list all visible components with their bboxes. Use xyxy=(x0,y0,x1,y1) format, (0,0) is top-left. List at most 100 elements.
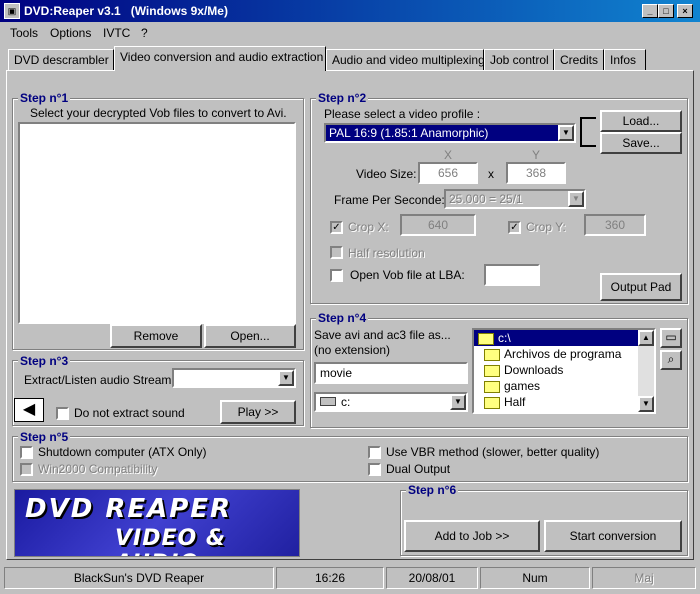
half-res-label: Half resolution xyxy=(348,246,425,260)
win2000-label: Win2000 Compatibility xyxy=(38,462,158,476)
filename-field[interactable]: movie xyxy=(314,362,468,384)
profile-label: Please select a video profile : xyxy=(324,107,481,121)
crop-y-checkbox[interactable]: ✓ xyxy=(508,221,521,234)
save-button[interactable]: Save... xyxy=(600,132,682,154)
open-vob-label: Open Vob file at LBA: xyxy=(350,268,465,282)
chevron-down-icon[interactable]: ▼ xyxy=(278,370,294,386)
vbr-checkbox[interactable] xyxy=(368,446,381,459)
folder-icon xyxy=(484,380,500,393)
chevron-down-icon[interactable]: ▼ xyxy=(450,394,466,410)
x-header: X xyxy=(444,148,453,162)
dual-output-checkbox[interactable] xyxy=(368,463,381,476)
output-pad-button[interactable]: Output Pad xyxy=(600,273,682,301)
step3-label: Step n°3 xyxy=(18,354,71,368)
fps-value: 25.000 = 25/1 xyxy=(449,192,523,206)
crop-y-field[interactable]: 360 xyxy=(584,214,646,236)
list-item[interactable]: games xyxy=(474,378,654,394)
status-maj: Maj xyxy=(592,567,696,589)
height-field[interactable]: 368 xyxy=(506,162,566,184)
bracket-decoration xyxy=(580,117,596,147)
step5-label: Step n°5 xyxy=(18,430,71,444)
speaker-icon[interactable]: ◀ xyxy=(14,398,44,422)
folder-icon xyxy=(484,396,500,409)
profile-select[interactable]: PAL 16:9 (1.85:1 Anamorphic) ▼ xyxy=(324,123,576,143)
tab-dvd-descrambler[interactable]: DVD descrambler xyxy=(8,49,114,70)
extract-audio-label: Extract/Listen audio Stream xyxy=(24,373,172,387)
status-num: Num xyxy=(480,567,590,589)
maximize-icon[interactable]: □ xyxy=(658,4,674,18)
tab-video-conversion[interactable]: Video conversion and audio extraction xyxy=(114,46,326,71)
app-icon[interactable]: ▣ xyxy=(4,3,20,19)
audio-stream-select[interactable]: ▼ xyxy=(172,368,296,388)
half-res-checkbox[interactable] xyxy=(330,246,343,259)
dvd-reaper-logo: DVD REAPER VIDEO & AUDIO xyxy=(14,489,300,557)
fps-label: Frame Per Seconde: xyxy=(334,193,445,207)
no-extract-label: Do not extract sound xyxy=(74,406,185,420)
chevron-down-icon[interactable]: ▼ xyxy=(568,191,584,207)
win2000-checkbox[interactable] xyxy=(20,463,33,476)
close-icon[interactable]: × xyxy=(677,4,693,18)
folder-icon xyxy=(484,348,500,361)
vbr-label: Use VBR method (slower, better quality) xyxy=(386,445,600,459)
crop-y-label: Crop Y: xyxy=(526,220,566,234)
list-item[interactable]: c:\ xyxy=(474,330,654,346)
tab-infos[interactable]: Infos xyxy=(604,49,646,70)
add-to-job-button[interactable]: Add to Job >> xyxy=(404,520,540,552)
shutdown-checkbox[interactable] xyxy=(20,446,33,459)
new-folder-icon[interactable]: ▭ xyxy=(660,328,682,348)
tab-credits[interactable]: Credits xyxy=(554,49,604,70)
drive-value: c: xyxy=(341,395,351,409)
times-label: x xyxy=(488,167,494,181)
crop-x-checkbox[interactable]: ✓ xyxy=(330,221,343,234)
start-conversion-button[interactable]: Start conversion xyxy=(544,520,682,552)
scroll-down-icon[interactable]: ▼ xyxy=(638,396,654,412)
step6-label: Step n°6 xyxy=(406,483,459,497)
crop-x-field[interactable]: 640 xyxy=(400,214,476,236)
chevron-down-icon[interactable]: ▼ xyxy=(558,125,574,141)
status-app: BlackSun's DVD Reaper xyxy=(4,567,274,589)
status-time: 16:26 xyxy=(276,567,384,589)
tab-job-control[interactable]: Job control xyxy=(484,49,554,70)
folder-list[interactable]: c:\ Archivos de programa Downloads games… xyxy=(472,328,656,414)
menu-tools[interactable]: Tools xyxy=(10,26,38,40)
minimize-icon[interactable]: _ xyxy=(642,4,658,18)
fps-select[interactable]: 25.000 = 25/1 ▼ xyxy=(444,189,586,209)
logo-line1: DVD REAPER xyxy=(25,494,233,524)
list-item[interactable]: Half xyxy=(474,394,654,410)
scrollbar[interactable]: ▲ ▼ xyxy=(638,330,654,412)
drive-select[interactable]: c: ▼ xyxy=(314,392,468,412)
drive-icon xyxy=(320,397,336,406)
open-vob-checkbox[interactable] xyxy=(330,269,343,282)
profile-value: PAL 16:9 (1.85:1 Anamorphic) xyxy=(326,125,558,141)
step2-label: Step n°2 xyxy=(316,91,369,105)
window-title: DVD:Reaper v3.1 (Windows 9x/Me) xyxy=(24,4,228,18)
load-button[interactable]: Load... xyxy=(600,110,682,132)
browse-icon[interactable]: ⌕ xyxy=(660,350,682,370)
scroll-up-icon[interactable]: ▲ xyxy=(638,330,654,346)
video-size-label: Video Size: xyxy=(356,167,417,181)
menu-ivtc[interactable]: IVTC xyxy=(103,26,130,40)
list-item[interactable]: Archivos de programa xyxy=(474,346,654,362)
save-as-label: Save avi and ac3 file as... (no extensio… xyxy=(314,328,451,357)
crop-x-label: Crop X: xyxy=(348,220,389,234)
remove-button[interactable]: Remove xyxy=(110,324,202,348)
status-date: 20/08/01 xyxy=(386,567,478,589)
tab-multiplexing[interactable]: Audio and video multiplexing xyxy=(326,49,485,70)
y-header: Y xyxy=(532,148,541,162)
folder-icon xyxy=(478,332,494,345)
lba-field[interactable] xyxy=(484,264,540,286)
play-button[interactable]: Play >> xyxy=(220,400,296,424)
folder-icon xyxy=(484,364,500,377)
audio-stream-value xyxy=(174,370,278,386)
width-field[interactable]: 656 xyxy=(418,162,478,184)
step4-label: Step n°4 xyxy=(316,311,369,325)
logo-line2: VIDEO & AUDIO xyxy=(115,526,227,556)
dual-output-label: Dual Output xyxy=(386,462,451,476)
no-extract-checkbox[interactable] xyxy=(56,407,69,420)
shutdown-label: Shutdown computer (ATX Only) xyxy=(38,445,207,459)
vob-file-list[interactable] xyxy=(18,122,296,324)
list-item[interactable]: Downloads xyxy=(474,362,654,378)
menu-help[interactable]: ? xyxy=(141,26,148,40)
open-button[interactable]: Open... xyxy=(204,324,296,348)
menu-options[interactable]: Options xyxy=(50,26,91,40)
